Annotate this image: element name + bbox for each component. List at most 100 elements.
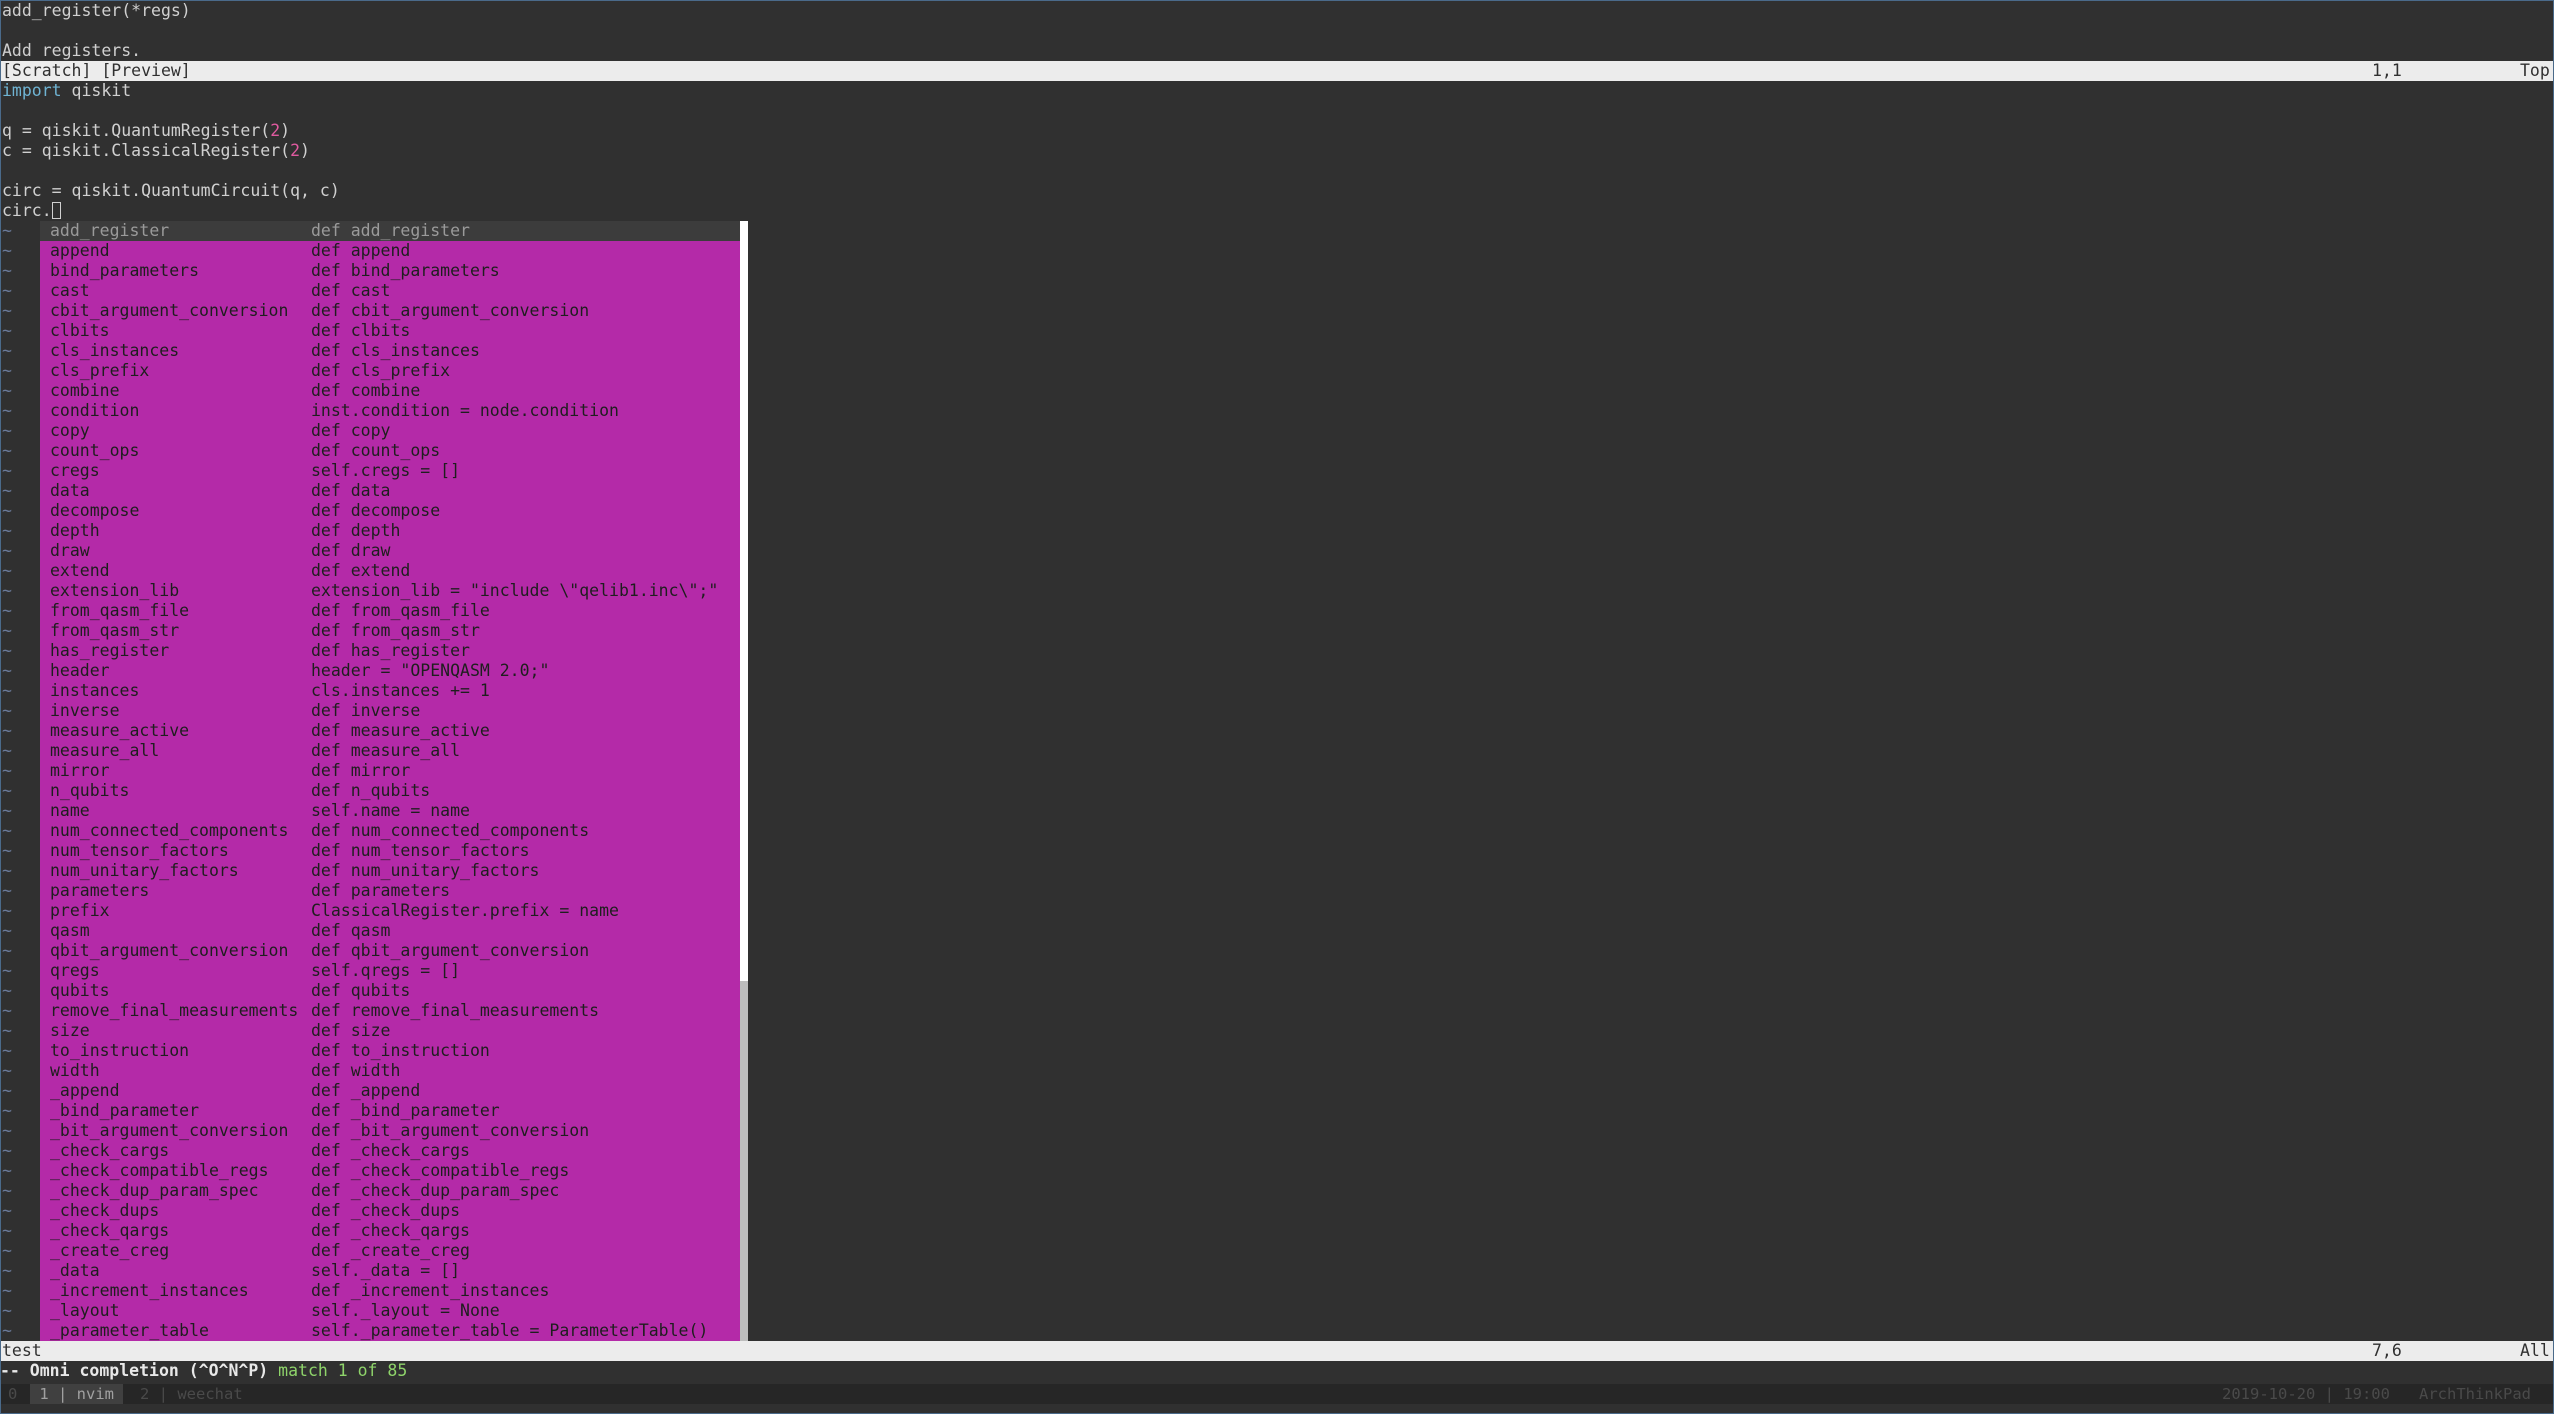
completion-item[interactable]: append def append (40, 241, 745, 261)
completion-word: extend (50, 561, 110, 580)
completion-item[interactable]: _bind_parameter def _bind_parameter (40, 1101, 745, 1121)
completion-item[interactable]: add_register def add_register (40, 221, 745, 241)
empty-line-tilde: ~ (2, 241, 12, 260)
completion-item[interactable]: to_instruction def to_instruction (40, 1041, 745, 1061)
completion-item[interactable]: _increment_instances def _increment_insta… (40, 1281, 745, 1301)
completion-item[interactable]: copy def copy (40, 421, 745, 441)
completion-item[interactable]: from_qasm_str def from_qasm_str (40, 621, 745, 641)
completion-item[interactable]: name self.name = name (40, 801, 745, 821)
completion-item[interactable]: _data self._data = [] (40, 1261, 745, 1281)
completion-menu: def from_qasm_str (311, 621, 480, 640)
completion-menu: def width (311, 1061, 401, 1080)
completion-word: depth (50, 521, 100, 540)
completion-item[interactable]: data def data (40, 481, 745, 501)
completion-item[interactable]: count_ops def count_ops (40, 441, 745, 461)
completion-item[interactable]: remove_final_measurements def remove_fina… (40, 1001, 745, 1021)
completion-item[interactable]: num_unitary_factors def num_unitary_facto… (40, 861, 745, 881)
completion-item[interactable]: bind_parameters def bind_parameters (40, 261, 745, 281)
completion-item[interactable]: qubits def qubits (40, 981, 745, 1001)
completion-item[interactable]: prefix ClassicalRegister.prefix = name (40, 901, 745, 921)
completion-scrollbar-thumb[interactable] (740, 221, 748, 981)
completion-item[interactable]: _create_creg def _create_creg (40, 1241, 745, 1261)
completion-item[interactable]: qbit_argument_conversion def qbit_argumen… (40, 941, 745, 961)
code-line-current[interactable]: circ. (2, 201, 61, 221)
completion-item[interactable]: _check_dup_param_spec def _check_dup_para… (40, 1181, 745, 1201)
completion-item[interactable]: _layout self._layout = None (40, 1301, 745, 1321)
completion-item[interactable]: extend def extend (40, 561, 745, 581)
completion-menu: def size (311, 1021, 391, 1040)
completion-item[interactable]: depth def depth (40, 521, 745, 541)
completion-item[interactable]: parameters def parameters (40, 881, 745, 901)
completion-menu: def n_qubits (311, 781, 431, 800)
completion-item[interactable]: cregs self.cregs = [] (40, 461, 745, 481)
completion-item[interactable]: width def width (40, 1061, 745, 1081)
completion-word: add_register (50, 221, 170, 240)
completion-item[interactable]: draw def draw (40, 541, 745, 561)
code-line-q[interactable]: q = qiskit.QuantumRegister(2) (2, 121, 290, 141)
completion-popup[interactable]: add_register def add_register append def ap… (40, 221, 745, 1361)
completion-item[interactable]: qregs self.qregs = [] (40, 961, 745, 981)
completion-word: _bit_argument_conversion (50, 1121, 289, 1140)
completion-item[interactable]: condition inst.condition = node.condition (40, 401, 745, 421)
completion-item[interactable]: extension_lib extension_lib = "include \"… (40, 581, 745, 601)
empty-line-tilde: ~ (2, 1101, 12, 1120)
completion-item[interactable]: mirror def mirror (40, 761, 745, 781)
completion-item[interactable]: cbit_argument_conversion def cbit_argumen… (40, 301, 745, 321)
code-line-import[interactable]: import qiskit (2, 81, 131, 101)
completion-word: num_connected_components (50, 821, 289, 840)
completion-menu: def remove_final_measurements (311, 1001, 600, 1020)
completion-word: cbit_argument_conversion (50, 301, 289, 320)
empty-line-tilde: ~ (2, 1261, 12, 1280)
completion-item[interactable]: n_qubits def n_qubits (40, 781, 745, 801)
completion-item[interactable]: has_register def has_register (40, 641, 745, 661)
completion-item[interactable]: num_connected_components def num_connecte… (40, 821, 745, 841)
completion-menu: def _increment_instances (311, 1281, 550, 1300)
completion-word: _check_cargs (50, 1141, 170, 1160)
completion-menu: def mirror (311, 761, 411, 780)
empty-line-tilde: ~ (2, 501, 12, 520)
empty-line-tilde: ~ (2, 641, 12, 660)
preview-description: Add registers. (2, 41, 142, 60)
completion-item[interactable]: _check_cargs def _check_cargs (40, 1141, 745, 1161)
completion-item[interactable]: _append def _append (40, 1081, 745, 1101)
empty-line-tilde: ~ (2, 301, 12, 320)
completion-menu: def combine (311, 381, 421, 400)
completion-item[interactable]: cls_instances def cls_instances (40, 341, 745, 361)
code-line-circ[interactable]: circ = qiskit.QuantumCircuit(q, c) (2, 181, 340, 201)
completion-word: qbit_argument_conversion (50, 941, 289, 960)
completion-item[interactable]: header header = "OPENQASM 2.0;" (40, 661, 745, 681)
completion-word: cast (50, 281, 90, 300)
completion-item[interactable]: _check_dups def _check_dups (40, 1201, 745, 1221)
completion-item[interactable]: inverse def inverse (40, 701, 745, 721)
empty-line-tilde: ~ (2, 221, 12, 240)
c-close: ) (300, 141, 310, 160)
completion-word: qregs (50, 961, 100, 980)
empty-line-tilde: ~ (2, 981, 12, 1000)
completion-item[interactable]: decompose def decompose (40, 501, 745, 521)
completion-item[interactable]: _check_qargs def _check_qargs (40, 1221, 745, 1241)
completion-item[interactable]: _check_compatible_regs def _check_compati… (40, 1161, 745, 1181)
completion-item[interactable]: cast def cast (40, 281, 745, 301)
completion-item[interactable]: clbits def clbits (40, 321, 745, 341)
code-line-c[interactable]: c = qiskit.ClassicalRegister(2) (2, 141, 310, 161)
completion-word: to_instruction (50, 1041, 190, 1060)
completion-word: cls_instances (50, 341, 180, 360)
tmux-window-weechat[interactable]: 2 | weechat (140, 1384, 243, 1404)
completion-item[interactable]: measure_active def measure_active (40, 721, 745, 741)
completion-item[interactable]: measure_all def measure_all (40, 741, 745, 761)
completion-item[interactable]: qasm def qasm (40, 921, 745, 941)
completion-item[interactable]: size def size (40, 1021, 745, 1041)
completion-item[interactable]: _parameter_table self._parameter_table = … (40, 1321, 745, 1341)
completion-item[interactable]: num_tensor_factors def num_tensor_factors (40, 841, 745, 861)
completion-item[interactable]: combine def combine (40, 381, 745, 401)
completion-item[interactable]: from_qasm_file def from_qasm_file (40, 601, 745, 621)
completion-item[interactable]: cls_prefix def cls_prefix (40, 361, 745, 381)
c-number: 2 (290, 141, 301, 160)
completion-menu: def cast (311, 281, 391, 300)
tmux-window-0[interactable]: 0 (8, 1384, 17, 1404)
completion-item[interactable]: _bit_argument_conversion def _bit_argumen… (40, 1121, 745, 1141)
empty-line-tilde: ~ (2, 541, 12, 560)
tmux-window-nvim[interactable]: 1 | nvim (30, 1384, 124, 1404)
empty-line-tilde: ~ (2, 1161, 12, 1180)
completion-item[interactable]: instances cls.instances += 1 (40, 681, 745, 701)
